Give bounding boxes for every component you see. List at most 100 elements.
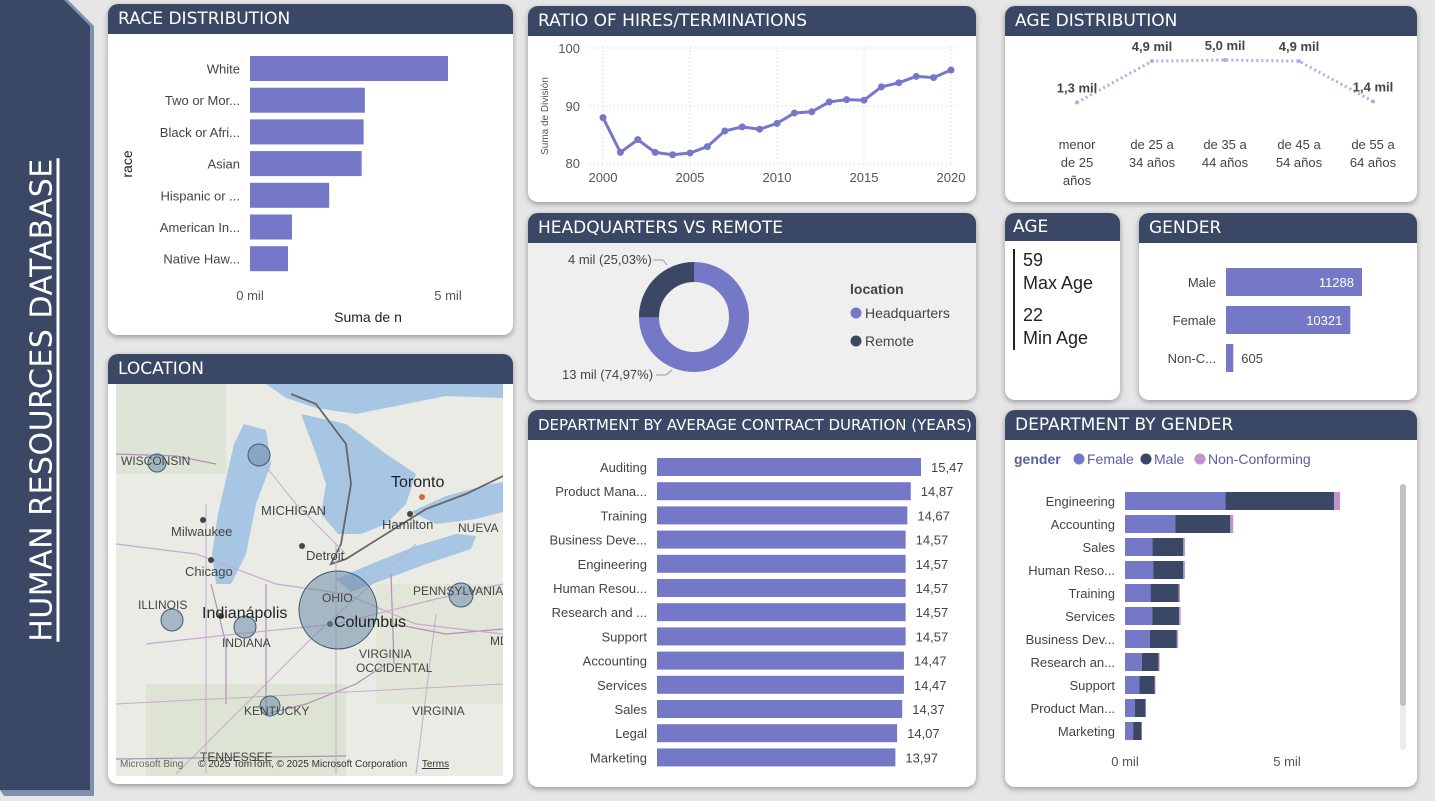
hires-point[interactable] — [669, 151, 677, 159]
duration-bar[interactable] — [657, 627, 906, 646]
legend-nonconforming-label[interactable]: Non-Conforming — [1208, 451, 1311, 467]
dept-gender-segment-non-conforming[interactable] — [1183, 538, 1185, 556]
duration-bar[interactable] — [657, 554, 906, 573]
hires-point[interactable] — [703, 143, 711, 151]
dept-gender-segment-male[interactable] — [1150, 584, 1179, 602]
dept-gender-segment-male[interactable] — [1139, 676, 1155, 694]
hires-point[interactable] — [756, 125, 764, 133]
hires-point[interactable] — [686, 149, 694, 157]
hires-point[interactable] — [912, 72, 920, 80]
dept-gender-bar-chart[interactable]: gender Female Male Non-Conforming 0 mil … — [1005, 410, 1417, 787]
race-bar-chart[interactable]: race 0 mil 5 mil Suma de n White Two or M… — [108, 4, 513, 335]
dept-gender-segment-male[interactable] — [1175, 515, 1231, 533]
race-bar[interactable] — [250, 214, 292, 240]
dept-gender-segment-female[interactable] — [1125, 676, 1140, 694]
dept-gender-segment-non-conforming[interactable] — [1145, 699, 1147, 717]
map-bubble-illinois[interactable] — [160, 608, 184, 632]
race-bar[interactable] — [250, 182, 330, 208]
race-bar[interactable] — [250, 56, 448, 81]
hires-point[interactable] — [808, 108, 816, 116]
legend-female-label[interactable]: Female — [1087, 451, 1134, 467]
hires-point[interactable] — [721, 127, 729, 135]
age-distribution-chart[interactable]: 1,3 mil menor de 25 años 4,9 mil de 25 a 34 añ… — [1005, 6, 1417, 202]
hires-point[interactable] — [860, 96, 868, 104]
hires-point[interactable] — [877, 83, 885, 91]
gender-bar-chart[interactable]: Male 11288 Female 10321 Non-C... 605 — [1139, 213, 1417, 400]
dept-gender-scrollbar[interactable] — [1400, 484, 1406, 706]
dept-gender-segment-female[interactable] — [1125, 630, 1150, 648]
dept-gender-segment-female[interactable] — [1125, 722, 1134, 740]
dept-gender-segment-female[interactable] — [1125, 515, 1176, 533]
dept-gender-segment-male[interactable] — [1152, 538, 1184, 556]
race-bar[interactable] — [250, 87, 365, 113]
duration-bar[interactable] — [657, 603, 906, 622]
dept-gender-segment-male[interactable] — [1152, 607, 1180, 625]
duration-bar[interactable] — [657, 724, 898, 743]
duration-bar[interactable] — [657, 506, 908, 525]
age-point[interactable] — [1150, 59, 1154, 64]
dept-gender-segment-non-conforming[interactable] — [1179, 607, 1181, 625]
age-point[interactable] — [1297, 59, 1301, 64]
hires-line-chart[interactable]: Suma de División 100 90 80 2000 2005 201… — [528, 6, 976, 202]
dept-gender-card: DEPARTMENT BY GENDER gender Female Male … — [1005, 410, 1417, 787]
hires-point[interactable] — [773, 119, 781, 127]
legend-remote-label[interactable]: Remote — [865, 333, 914, 349]
hires-point[interactable] — [790, 109, 798, 117]
dept-gender-segment-female[interactable] — [1125, 492, 1226, 510]
duration-bar[interactable] — [657, 579, 906, 597]
race-bar[interactable] — [250, 246, 289, 272]
map-bubble-michigan-north[interactable] — [247, 443, 271, 467]
dept-gender-segment-non-conforming[interactable] — [1154, 676, 1156, 694]
dept-gender-segment-non-conforming[interactable] — [1158, 653, 1160, 671]
dept-gender-category-label: Accounting — [1051, 517, 1115, 532]
hires-point[interactable] — [930, 74, 938, 82]
dept-gender-segment-male[interactable] — [1141, 653, 1159, 671]
hires-point[interactable] — [738, 123, 746, 131]
dept-gender-segment-female[interactable] — [1125, 538, 1153, 556]
location-map[interactable]: WISCONSIN MICHIGAN Toronto Hamilton NUEV… — [116, 384, 503, 776]
hires-point[interactable] — [651, 148, 659, 156]
dept-gender-segment-female[interactable] — [1125, 607, 1153, 625]
duration-bar[interactable] — [657, 748, 896, 767]
dept-gender-segment-female[interactable] — [1125, 584, 1151, 602]
hires-point[interactable] — [825, 98, 833, 106]
map-bubble-ohio[interactable] — [298, 570, 378, 650]
duration-bar[interactable] — [657, 700, 903, 718]
hires-point[interactable] — [947, 66, 955, 74]
hires-point[interactable] — [634, 136, 642, 144]
map-terms-link[interactable]: Terms — [422, 759, 449, 770]
race-bar[interactable] — [250, 151, 362, 177]
dept-gender-segment-male[interactable] — [1225, 492, 1334, 510]
hires-point[interactable] — [616, 148, 624, 156]
dept-gender-segment-female[interactable] — [1125, 653, 1142, 671]
dept-gender-segment-non-conforming[interactable] — [1230, 515, 1234, 533]
dept-gender-segment-male[interactable] — [1133, 722, 1142, 740]
dept-duration-bar-chart[interactable]: Auditing 15,47 Product Mana... 14,87 Trainin… — [528, 410, 976, 787]
duration-bar[interactable] — [657, 530, 906, 549]
dept-gender-segment-non-conforming[interactable] — [1176, 630, 1179, 648]
dept-gender-segment-non-conforming[interactable] — [1178, 584, 1181, 602]
dept-gender-segment-female[interactable] — [1125, 561, 1154, 579]
age-point[interactable] — [1223, 58, 1227, 62]
duration-bar[interactable] — [657, 651, 904, 670]
age-data-label: 1,4 mil — [1353, 79, 1393, 94]
race-bar[interactable] — [250, 119, 364, 145]
hires-point[interactable] — [843, 96, 851, 104]
dept-gender-segment-male[interactable] — [1134, 699, 1146, 717]
hires-point[interactable] — [895, 79, 903, 87]
age-point[interactable] — [1371, 99, 1375, 104]
location-donut-chart[interactable]: 4 mil (25,03%) 13 mil (74,97%) location … — [528, 213, 976, 400]
age-point[interactable] — [1075, 100, 1079, 105]
legend-headquarters-label[interactable]: Headquarters — [865, 305, 950, 321]
duration-bar[interactable] — [657, 458, 921, 476]
dept-gender-segment-non-conforming[interactable] — [1333, 492, 1341, 510]
dept-gender-segment-non-conforming[interactable] — [1183, 561, 1185, 579]
gender-bar[interactable] — [1226, 344, 1234, 372]
hires-point[interactable] — [599, 114, 607, 122]
duration-bar[interactable] — [657, 482, 911, 501]
duration-bar[interactable] — [657, 675, 904, 694]
dept-gender-segment-female[interactable] — [1125, 699, 1135, 717]
dept-gender-segment-male[interactable] — [1153, 561, 1184, 579]
dept-gender-segment-male[interactable] — [1149, 630, 1177, 648]
legend-male-label[interactable]: Male — [1154, 451, 1185, 467]
